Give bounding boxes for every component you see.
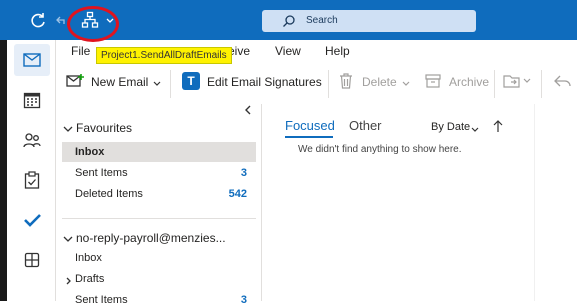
calendar-icon[interactable]: [20, 88, 44, 112]
new-email-dropdown-icon[interactable]: [153, 78, 161, 90]
highlight-circle: [67, 6, 119, 42]
menu-help[interactable]: Help: [325, 44, 350, 58]
edit-signatures-button[interactable]: Edit Email Signatures: [207, 75, 322, 89]
macro-tooltip: Project1.SendAllDraftEmails: [96, 47, 232, 64]
search-label: Search: [306, 15, 338, 26]
account-folder-sent[interactable]: Sent Items: [75, 294, 128, 306]
deleted-items-count: 542: [228, 188, 247, 200]
sync-icon[interactable]: [26, 8, 50, 32]
tab-other[interactable]: Other: [349, 118, 382, 133]
delete-icon: [339, 73, 353, 92]
signature-t-icon: T: [182, 72, 200, 90]
undo-icon[interactable]: [55, 8, 67, 32]
reading-pane-edge: [534, 104, 535, 301]
delete-button[interactable]: Delete: [362, 75, 397, 89]
new-email-icon: [66, 74, 84, 91]
ribbon-separator: [170, 70, 171, 98]
account-header[interactable]: no-reply-payroll@menzies...: [76, 231, 226, 245]
todo-check-icon[interactable]: [20, 208, 44, 232]
mail-icon[interactable]: [20, 48, 44, 72]
tasks-icon[interactable]: [20, 168, 44, 192]
empty-list-message: We didn't find anything to show here.: [298, 144, 462, 155]
app-rail: [0, 40, 56, 301]
folder-inbox[interactable]: Inbox: [75, 146, 104, 158]
more-apps-icon[interactable]: [20, 248, 44, 272]
search-icon: [282, 14, 296, 31]
account-folder-inbox[interactable]: Inbox: [75, 252, 102, 264]
folder-deleted-items[interactable]: Deleted Items: [75, 188, 143, 200]
focused-underline: [285, 136, 333, 138]
ribbon-separator: [494, 70, 495, 98]
move-to-folder-icon[interactable]: [503, 73, 531, 92]
menu-file[interactable]: File: [71, 44, 90, 58]
reply-icon[interactable]: [553, 74, 571, 91]
tab-focused[interactable]: Focused: [285, 118, 335, 133]
search-box[interactable]: Search: [262, 10, 476, 32]
account-sent-count: 3: [240, 294, 247, 306]
account-folder-drafts[interactable]: Drafts: [75, 273, 104, 285]
window-edge: [0, 40, 7, 301]
ribbon-separator: [328, 70, 329, 98]
folder-divider: [62, 218, 256, 219]
account-chevron-icon[interactable]: [63, 234, 73, 246]
sort-dropdown-icon[interactable]: [471, 124, 479, 136]
message-list: [262, 104, 577, 301]
collapse-pane-icon[interactable]: [244, 105, 252, 118]
archive-button[interactable]: Archive: [449, 75, 489, 89]
sent-items-count: 3: [240, 167, 247, 179]
sort-direction-icon[interactable]: [493, 119, 503, 136]
sort-by-date[interactable]: By Date: [431, 121, 470, 133]
favourites-chevron-icon[interactable]: [63, 124, 73, 136]
drafts-expand-icon[interactable]: [66, 276, 72, 288]
favourites-header[interactable]: Favourites: [76, 121, 132, 135]
ribbon-separator: [541, 70, 542, 98]
title-bar: Search: [0, 0, 577, 42]
new-email-button[interactable]: New Email: [91, 75, 148, 89]
archive-icon: [425, 74, 441, 91]
menu-view[interactable]: View: [275, 44, 301, 58]
delete-dropdown-icon[interactable]: [402, 78, 410, 90]
people-icon[interactable]: [20, 128, 44, 152]
folder-sent-items[interactable]: Sent Items: [75, 167, 128, 179]
